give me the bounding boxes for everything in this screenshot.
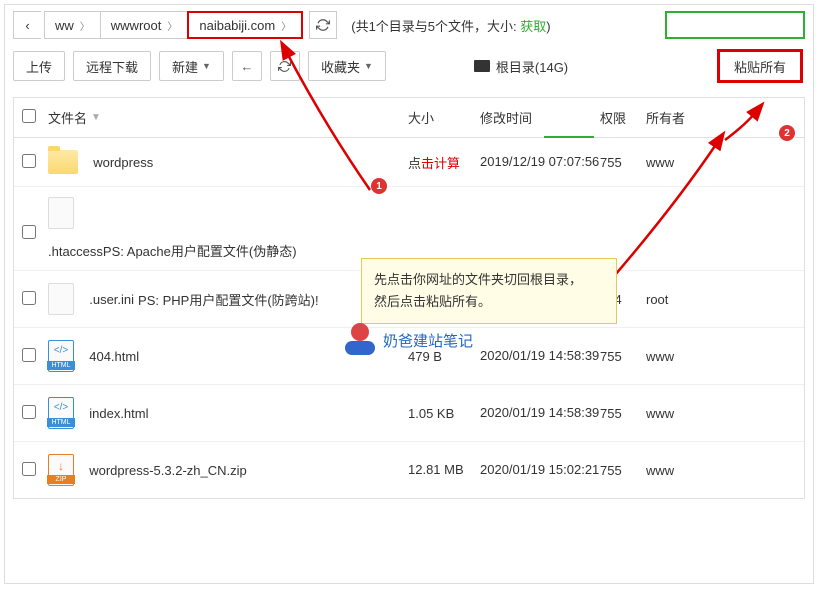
get-size-link[interactable]: 获取	[520, 19, 546, 34]
disk-icon	[474, 60, 490, 72]
file-name[interactable]: wordpress-5.3.2-zh_CN.zip	[89, 463, 247, 478]
row-checkbox[interactable]	[22, 405, 36, 419]
file-icon	[48, 197, 74, 229]
file-name[interactable]: .htaccess	[48, 244, 103, 259]
folder-icon	[48, 150, 78, 174]
col-perm[interactable]: 权限	[600, 108, 646, 127]
annotation-badge-2: 2	[779, 125, 795, 141]
sort-icon: ▼	[91, 112, 101, 123]
perm: 755	[600, 406, 646, 421]
owner: www	[646, 155, 706, 170]
size: 1.05 KB	[408, 406, 480, 421]
file-name[interactable]: 404.html	[89, 349, 139, 364]
file-icon	[48, 283, 74, 315]
owner: root	[646, 292, 706, 307]
zip-file-icon	[48, 454, 74, 486]
row-checkbox[interactable]	[22, 154, 36, 168]
html-file-icon	[48, 340, 74, 372]
file-note: PS: PHP用户配置文件(防跨站)!	[138, 290, 319, 309]
back-button[interactable]: ←	[232, 51, 262, 81]
row-checkbox[interactable]	[22, 348, 36, 362]
select-all-checkbox[interactable]	[22, 109, 36, 123]
annotation-badge-1: 1	[371, 178, 387, 194]
html-file-icon	[48, 397, 74, 429]
crumb-wwwroot[interactable]: wwwroot〉	[100, 11, 189, 39]
chevron-right-icon: 〉	[167, 18, 177, 33]
chevron-right-icon: 〉	[281, 18, 291, 33]
crumb-ww[interactable]: ww〉	[44, 11, 101, 39]
new-button[interactable]: 新建▼	[159, 51, 224, 81]
table-row: index.html 1.05 KB 2020/01/19 14:58:39 7…	[14, 385, 804, 442]
chevron-down-icon: ▼	[202, 61, 211, 71]
root-label: 根目录(14G)	[474, 57, 568, 76]
summary-text: (共1个目录与5个文件，大小: 获取)	[351, 16, 550, 35]
file-name[interactable]: .user.ini	[89, 292, 134, 307]
perm: 755	[600, 155, 646, 170]
nav-back[interactable]: ‹	[13, 11, 41, 39]
table-row: wordpress 点击计算 2019/12/19 07:07:56 755 w…	[14, 138, 804, 187]
chevron-right-icon: 〉	[80, 18, 90, 33]
mtime: 2020/01/19 15:02:21	[480, 461, 600, 479]
perm: 755	[600, 349, 646, 364]
chevron-down-icon: ▼	[364, 61, 373, 71]
col-mtime[interactable]: 修改时间	[480, 108, 600, 127]
size: 12.81 MB	[408, 461, 480, 479]
row-checkbox[interactable]	[22, 462, 36, 476]
refresh-button[interactable]	[309, 11, 337, 39]
file-note: PS: Apache用户配置文件(伪静态)	[103, 244, 297, 259]
refresh-icon	[316, 18, 330, 32]
file-name[interactable]: index.html	[89, 406, 148, 421]
col-owner[interactable]: 所有者	[646, 108, 706, 127]
remote-download-button[interactable]: 远程下载	[73, 51, 151, 81]
favorites-button[interactable]: 收藏夹▼	[308, 51, 386, 81]
row-checkbox[interactable]	[22, 291, 36, 305]
table-header: 文件名 ▼ 大小 修改时间 权限 所有者	[14, 98, 804, 138]
refresh-icon	[278, 60, 291, 73]
breadcrumb: ww〉 wwwroot〉 naibabiji.com〉	[45, 11, 303, 39]
owner: www	[646, 349, 706, 364]
upload-button[interactable]: 上传	[13, 51, 65, 81]
table-row: wordpress-5.3.2-zh_CN.zip 12.81 MB 2020/…	[14, 442, 804, 498]
crumb-domain[interactable]: naibabiji.com〉	[187, 11, 303, 39]
annotation-callout: 先点击你网址的文件夹切回根目录， 然后点击粘贴所有。	[361, 258, 617, 324]
row-checkbox[interactable]	[22, 225, 36, 239]
paste-all-button[interactable]: 粘贴所有	[717, 49, 803, 83]
owner: www	[646, 463, 706, 478]
refresh-toolbar-button[interactable]	[270, 51, 300, 81]
col-name[interactable]: 文件名 ▼	[48, 108, 408, 127]
calc-size-link[interactable]: 点击计算	[408, 156, 460, 171]
mtime: 2020/01/19 14:58:39	[480, 404, 600, 422]
watermark-logo: 奶爸建站笔记	[343, 323, 473, 357]
col-size[interactable]: 大小	[408, 108, 480, 127]
file-name[interactable]: wordpress	[93, 155, 153, 170]
owner: www	[646, 406, 706, 421]
search-input[interactable]	[665, 11, 805, 39]
mtime: 2020/01/19 14:58:39	[480, 347, 600, 365]
mtime: 2019/12/19 07:07:56	[480, 153, 600, 171]
perm: 755	[600, 463, 646, 478]
logo-icon	[343, 323, 377, 357]
